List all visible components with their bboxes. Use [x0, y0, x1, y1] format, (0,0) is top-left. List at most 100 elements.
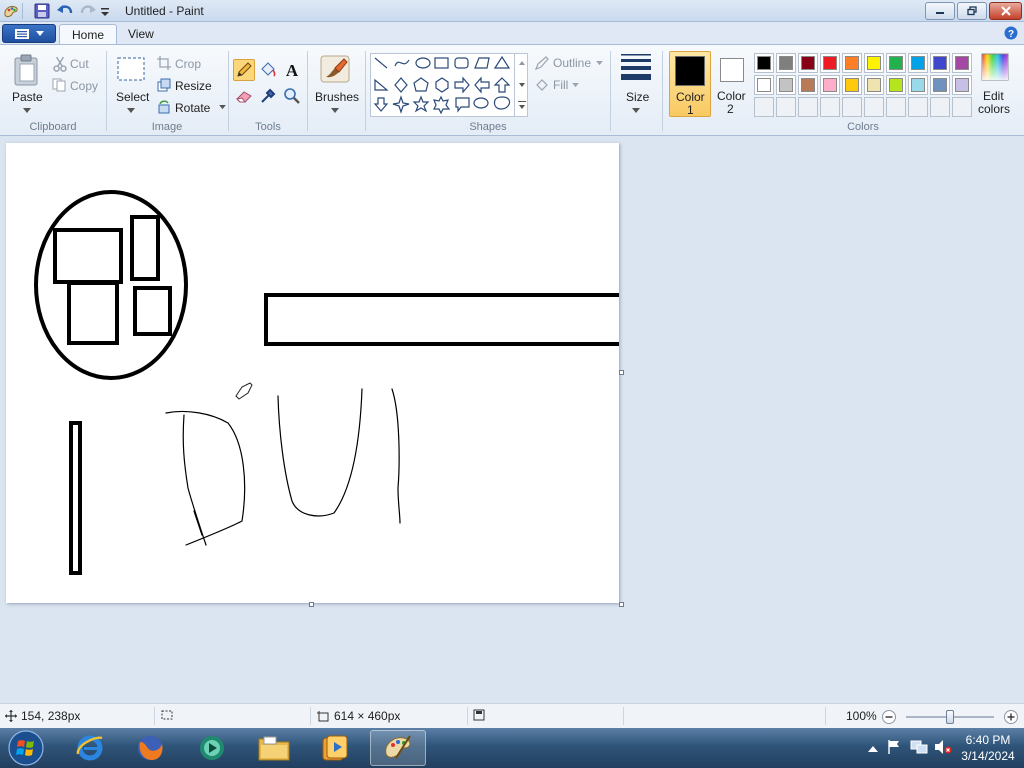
help-icon[interactable]: ?: [1004, 26, 1018, 43]
color-picker-tool[interactable]: [257, 85, 279, 107]
palette-color-swatch[interactable]: [930, 75, 950, 95]
resize-handle-right[interactable]: [619, 370, 624, 375]
outline-button[interactable]: Outline: [534, 55, 603, 74]
color1-button[interactable]: Color 1: [669, 51, 711, 117]
palette-custom-slot[interactable]: [908, 97, 928, 117]
palette-color-swatch[interactable]: [842, 75, 862, 95]
customize-quick-access-icon[interactable]: [100, 2, 110, 20]
drawing-canvas[interactable]: [6, 143, 624, 603]
shapes-scroll[interactable]: [514, 53, 528, 117]
size-button[interactable]: Size: [615, 51, 657, 117]
palette-color-swatch[interactable]: [952, 53, 972, 73]
zoom-slider-thumb[interactable]: [946, 710, 954, 724]
freehand-u: [277, 388, 363, 517]
taskbar-internet-explorer[interactable]: [62, 730, 118, 766]
move-cursor-icon: [5, 710, 17, 722]
palette-color-swatch[interactable]: [776, 53, 796, 73]
cut-button[interactable]: Cut: [52, 56, 89, 75]
rotate-icon: [158, 100, 170, 114]
palette-color-swatch[interactable]: [776, 75, 796, 95]
palette-custom-slot[interactable]: [820, 97, 840, 117]
brushes-button[interactable]: Brushes: [312, 53, 359, 117]
freehand-d: [165, 410, 246, 546]
save-icon[interactable]: [34, 2, 50, 20]
palette-color-swatch[interactable]: [820, 75, 840, 95]
undo-icon[interactable]: [56, 2, 74, 20]
palette-custom-slot[interactable]: [798, 97, 818, 117]
palette-color-swatch[interactable]: [908, 75, 928, 95]
palette-color-swatch[interactable]: [754, 53, 774, 73]
palette-custom-slot[interactable]: [842, 97, 862, 117]
paint-menu-button[interactable]: [2, 24, 56, 43]
palette-custom-slot[interactable]: [864, 97, 884, 117]
resize-button[interactable]: Resize: [157, 78, 212, 95]
palette-color-swatch[interactable]: [864, 53, 884, 73]
taskbar-firefox[interactable]: [122, 730, 178, 766]
palette-color-swatch[interactable]: [798, 75, 818, 95]
zoom-out-button[interactable]: [881, 709, 897, 728]
palette-color-swatch[interactable]: [798, 53, 818, 73]
color2-button[interactable]: Color 2: [714, 51, 750, 117]
palette-color-swatch[interactable]: [886, 53, 906, 73]
volume-muted-icon[interactable]: [934, 739, 952, 758]
cut-label: Cut: [70, 57, 89, 71]
action-center-icon[interactable]: [886, 739, 902, 758]
canvas-size-icon: [317, 711, 329, 722]
redo-icon[interactable]: [79, 2, 97, 20]
resize-handle-corner[interactable]: [619, 602, 624, 607]
rotate-button[interactable]: Rotate: [157, 100, 226, 117]
select-label: Select: [116, 90, 150, 104]
palette-custom-slot[interactable]: [886, 97, 906, 117]
crop-label: Crop: [175, 57, 202, 71]
restore-button[interactable]: [957, 2, 987, 20]
edit-colors-button[interactable]: Edit colors: [975, 51, 1017, 119]
taskbar-paint[interactable]: [370, 730, 426, 766]
palette-color-swatch[interactable]: [864, 75, 884, 95]
start-button[interactable]: [6, 729, 46, 768]
window-title: Untitled - Paint: [125, 4, 204, 18]
palette-custom-slot[interactable]: [952, 97, 972, 117]
select-button[interactable]: Select: [113, 55, 149, 117]
zoom-in-button[interactable]: [1003, 709, 1019, 728]
tools-group: A Tools: [229, 47, 307, 135]
text-tool[interactable]: A: [281, 59, 303, 81]
edit-colors-icon: [981, 53, 1009, 81]
clipboard-group-label: Clipboard: [29, 121, 77, 133]
palette-custom-slot[interactable]: [930, 97, 950, 117]
shapes-group-label: Shapes: [469, 121, 507, 133]
zoom-slider[interactable]: [906, 710, 994, 724]
show-hidden-icons-button[interactable]: [868, 742, 878, 756]
network-icon[interactable]: [910, 739, 928, 758]
palette-color-swatch[interactable]: [820, 53, 840, 73]
tab-home[interactable]: Home: [59, 24, 118, 44]
palette-custom-slot[interactable]: [754, 97, 774, 117]
palette-color-swatch[interactable]: [952, 75, 972, 95]
minimize-button[interactable]: [925, 2, 955, 20]
palette-custom-slot[interactable]: [776, 97, 796, 117]
pencil-tool[interactable]: [233, 59, 255, 81]
close-button[interactable]: [989, 2, 1022, 20]
clock[interactable]: 6:40 PM 3/14/2024: [958, 733, 1018, 763]
copy-button[interactable]: Copy: [52, 78, 98, 95]
shapes-gallery[interactable]: [370, 53, 528, 117]
outline-label: Outline: [553, 56, 592, 70]
paste-button[interactable]: Paste: [6, 53, 48, 117]
tab-view[interactable]: View: [116, 24, 166, 44]
taskbar-media-center[interactable]: [184, 730, 240, 766]
palette-color-swatch[interactable]: [842, 53, 862, 73]
eraser-tool[interactable]: [233, 85, 255, 107]
resize-handle-bottom[interactable]: [309, 602, 314, 607]
app-icon[interactable]: [2, 2, 20, 20]
resize-icon: [157, 78, 171, 92]
image-group: Select Crop Resize Rotate Image: [107, 47, 227, 135]
palette-color-swatch[interactable]: [908, 53, 928, 73]
fill-tool[interactable]: [257, 59, 279, 81]
palette-color-swatch[interactable]: [930, 53, 950, 73]
magnifier-tool[interactable]: [281, 85, 303, 107]
palette-color-swatch[interactable]: [754, 75, 774, 95]
taskbar-file-explorer[interactable]: [246, 730, 302, 766]
palette-color-swatch[interactable]: [886, 75, 906, 95]
taskbar-media-player[interactable]: [306, 730, 362, 766]
fill-button[interactable]: Fill: [534, 77, 579, 96]
crop-button[interactable]: Crop: [157, 56, 201, 73]
